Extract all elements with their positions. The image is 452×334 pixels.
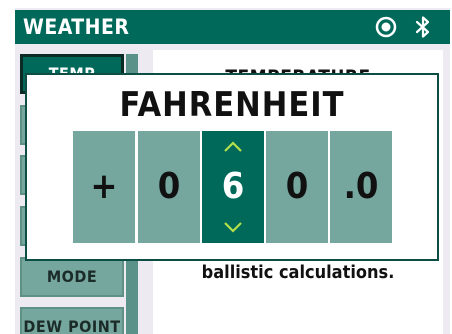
dialog-title: FAHRENHEIT	[119, 85, 345, 125]
digit-tens-value: 0	[157, 166, 181, 207]
app-title: WEATHER	[23, 15, 130, 39]
fahrenheit-dialog: FAHRENHEIT + 0 6 0 .0	[25, 73, 439, 261]
chevron-down-icon[interactable]	[223, 221, 243, 233]
digit-fraction-value: .0	[343, 166, 379, 207]
digit-ones-selected[interactable]: 6	[202, 131, 264, 243]
chevron-up-icon[interactable]	[223, 141, 243, 153]
bluetooth-icon[interactable]	[413, 15, 433, 39]
record-icon[interactable]	[375, 16, 397, 38]
digit-ones-value: 6	[221, 166, 245, 207]
sidebar-item-mode[interactable]: MODE	[20, 257, 124, 297]
header-bar: WEATHER	[15, 10, 450, 44]
digit-sign-value: +	[90, 166, 118, 207]
digit-decimal-whole[interactable]: 0	[266, 131, 328, 243]
digit-tens[interactable]: 0	[138, 131, 200, 243]
digit-decimal-whole-value: 0	[285, 166, 309, 207]
digit-sign[interactable]: +	[73, 131, 135, 243]
content-body: ballistic calculations.	[201, 262, 395, 283]
sidebar-item-dew-point[interactable]: DEW POINT	[20, 307, 124, 334]
digit-fraction[interactable]: .0	[330, 131, 392, 243]
